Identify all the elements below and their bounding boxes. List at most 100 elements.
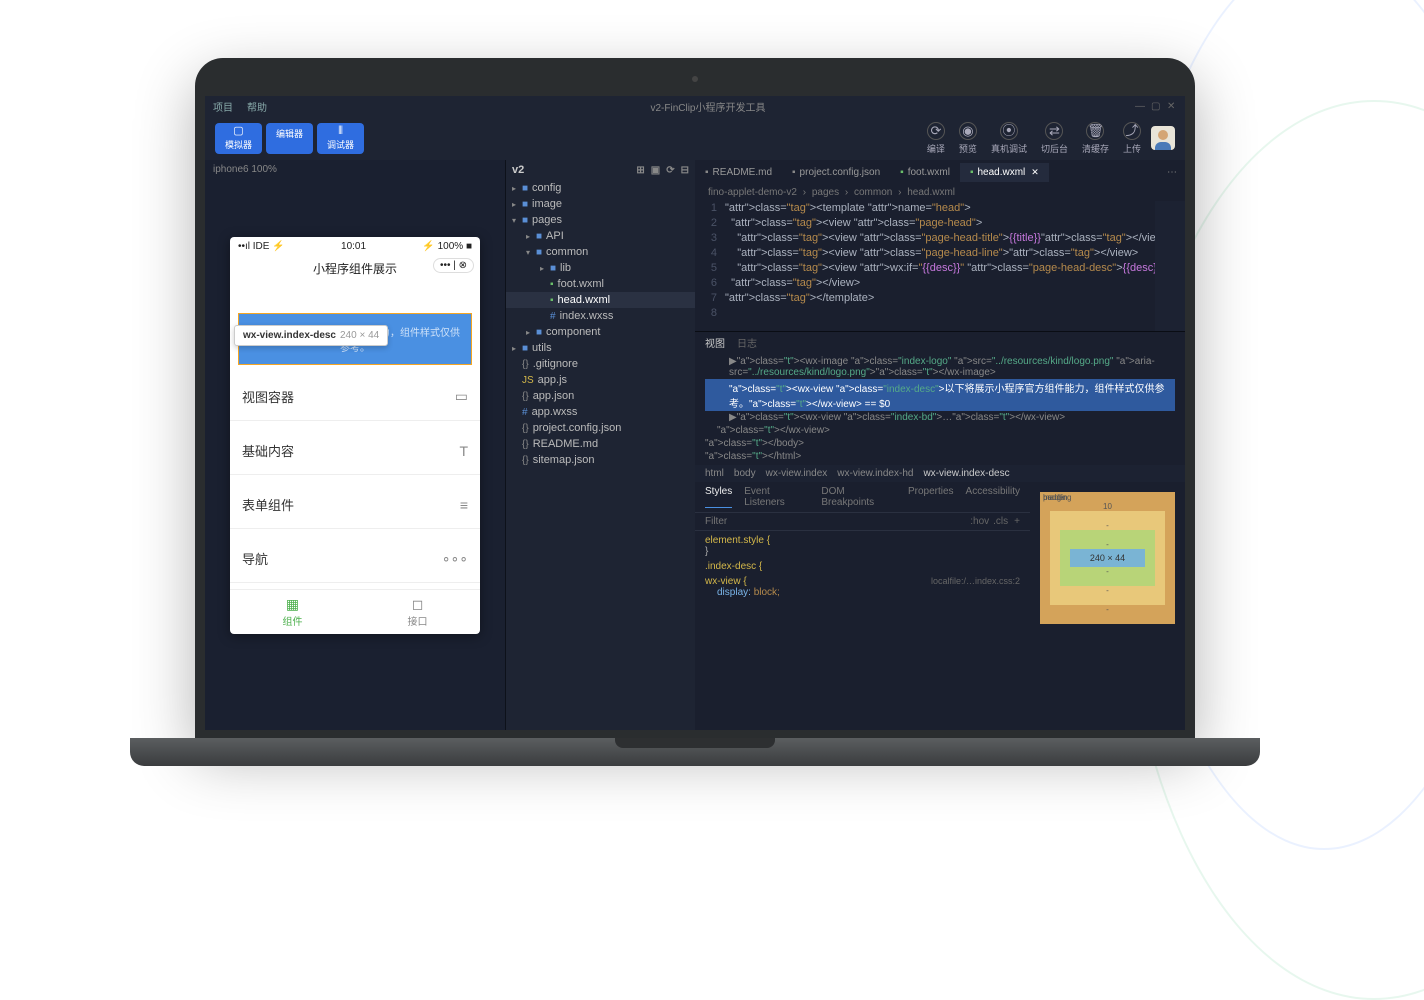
editor-tabs: ▪README.md▪project.config.json▪foot.wxml… xyxy=(695,160,1185,184)
tree-node[interactable]: ▾■common xyxy=(506,244,695,260)
style-tab[interactable]: Styles xyxy=(705,486,732,508)
code-editor[interactable]: 12345678 "attr">class="tag"><template "a… xyxy=(695,201,1185,331)
simulator-device-label: iphone6 100% xyxy=(205,160,505,179)
inspect-tooltip: wx-view.index-desc240 × 44 xyxy=(234,325,388,346)
tree-root-label[interactable]: v2 xyxy=(512,164,524,176)
tree-node[interactable]: ▸■API xyxy=(506,228,695,244)
toolbar-pill-0[interactable]: ▢模拟器 xyxy=(215,123,262,154)
window-maximize[interactable]: ▢ xyxy=(1151,101,1161,111)
dom-crumb-seg[interactable]: wx-view.index-desc xyxy=(923,468,1009,479)
tree-node[interactable]: {}.gitignore xyxy=(506,356,695,372)
breadcrumb-seg[interactable]: pages xyxy=(812,187,839,198)
sim-app-title: 小程序组件展示 ••• | ⊗ xyxy=(230,256,480,281)
file-icon: ▪ xyxy=(792,167,796,178)
dom-tree[interactable]: ▶"a">class="t"><wx-image "a">class="inde… xyxy=(695,353,1185,465)
tree-node[interactable]: ▸■component xyxy=(506,324,695,340)
breadcrumb-seg[interactable]: head.wxml xyxy=(907,187,955,198)
sim-status-time: 10:01 xyxy=(341,241,366,252)
dom-crumb-seg[interactable]: html xyxy=(705,468,724,479)
toolbar-pill-2[interactable]: ⫴调试器 xyxy=(317,123,364,154)
toolbar-btn-5[interactable]: ⤴上传 xyxy=(1123,122,1141,155)
simulator-device: ••ıl IDE ⚡ 10:01 ⚡ 100% ■ 小程序组件展示 ••• | … xyxy=(230,237,480,634)
sim-status-left: ••ıl IDE ⚡ xyxy=(238,241,285,252)
laptop-camera xyxy=(692,76,698,82)
devtab-view[interactable]: 视图 xyxy=(705,335,725,350)
file-icon: ▪ xyxy=(900,167,904,178)
dom-crumb-seg[interactable]: wx-view.index-hd xyxy=(837,468,913,479)
dom-crumb-seg[interactable]: wx-view.index xyxy=(766,468,828,479)
sim-status-right: ⚡ 100% ■ xyxy=(422,241,472,252)
sim-list-item[interactable]: 导航∘∘∘ xyxy=(230,535,480,583)
tree-node[interactable]: ▸■utils xyxy=(506,340,695,356)
sim-list-item[interactable]: 视图容器▭ xyxy=(230,373,480,421)
toolbar-pill-1[interactable]: 编辑器 xyxy=(266,123,313,154)
minimap[interactable] xyxy=(1155,201,1185,331)
editor-breadcrumb: fino-applet-demo-v2 › pages › common › h… xyxy=(695,184,1185,201)
devtab-log[interactable]: 日志 xyxy=(737,335,757,350)
tree-node[interactable]: ▪foot.wxml xyxy=(506,276,695,292)
styles-pane[interactable]: element.style {}.index-desc {</span></di… xyxy=(695,531,1030,730)
dom-breadcrumb[interactable]: html body wx-view.index wx-view.index-hd wx-… xyxy=(695,465,1185,482)
file-icon: ▪ xyxy=(705,167,709,178)
menu-project[interactable]: 项目 xyxy=(213,99,233,114)
window-title: v2-FinClip小程序开发工具 xyxy=(281,99,1135,114)
new-file-icon[interactable]: ⊞ xyxy=(636,165,644,176)
cls-toggle[interactable]: .cls xyxy=(993,516,1008,527)
close-icon[interactable]: ✕ xyxy=(1031,167,1039,178)
sim-tab-1[interactable]: ◻接口 xyxy=(355,590,480,634)
new-folder-icon[interactable]: ▣ xyxy=(651,165,660,176)
sim-list-item[interactable]: 基础内容T xyxy=(230,427,480,475)
tree-node[interactable]: #app.wxss xyxy=(506,404,695,420)
tree-node[interactable]: JSapp.js xyxy=(506,372,695,388)
tree-node[interactable]: ▾■pages xyxy=(506,212,695,228)
menubar: 项目 帮助 v2-FinClip小程序开发工具 — ▢ ✕ xyxy=(205,96,1185,116)
style-tab[interactable]: DOM Breakpoints xyxy=(821,486,896,508)
tree-node[interactable]: {}app.json xyxy=(506,388,695,404)
toolbar-btn-1[interactable]: ◉预览 xyxy=(959,122,977,155)
tree-node[interactable]: {}README.md xyxy=(506,436,695,452)
toolbar-btn-2[interactable]: ⦿真机调试 xyxy=(991,122,1027,155)
file-icon: ▪ xyxy=(970,167,974,178)
window-minimize[interactable]: — xyxy=(1135,101,1145,111)
devtools: 视图 日志 ▶"a">class="t"><wx-image "a">class… xyxy=(695,331,1185,730)
styles-filter-input[interactable] xyxy=(705,516,970,527)
style-tab[interactable]: Properties xyxy=(908,486,954,508)
editor-panel: ▪README.md▪project.config.json▪foot.wxml… xyxy=(695,160,1185,730)
style-tab[interactable]: Event Listeners xyxy=(744,486,809,508)
editor-more-icon[interactable]: ⋯ xyxy=(1159,167,1185,178)
toolbar: ▢模拟器编辑器⫴调试器 ⟳编译 ◉预览 ⦿真机调试 ⇄切后台 🗑清缓存 ⤴上传 xyxy=(205,116,1185,160)
sim-capsule[interactable]: ••• | ⊗ xyxy=(433,258,474,273)
toolbar-btn-0[interactable]: ⟳编译 xyxy=(927,122,945,155)
hov-toggle[interactable]: :hov xyxy=(970,516,989,527)
tree-node[interactable]: ▸■config xyxy=(506,180,695,196)
breadcrumb-seg[interactable]: common xyxy=(854,187,892,198)
app-window: 项目 帮助 v2-FinClip小程序开发工具 — ▢ ✕ ▢模拟器编辑器⫴调试… xyxy=(205,96,1185,730)
simulator-panel: iphone6 100% ••ıl IDE ⚡ 10:01 ⚡ 100% ■ 小… xyxy=(205,160,505,730)
collapse-icon[interactable]: ⊟ xyxy=(681,165,689,176)
sim-tab-0[interactable]: ▦组件 xyxy=(230,590,355,634)
menu-help[interactable]: 帮助 xyxy=(247,99,267,114)
tree-node[interactable]: ▸■lib xyxy=(506,260,695,276)
toolbar-btn-3[interactable]: ⇄切后台 xyxy=(1041,122,1068,155)
style-tab[interactable]: Accessibility xyxy=(966,486,1020,508)
breadcrumb-seg[interactable]: fino-applet-demo-v2 xyxy=(708,187,797,198)
avatar[interactable] xyxy=(1151,126,1175,150)
tree-node[interactable]: #index.wxss xyxy=(506,308,695,324)
laptop-frame: 项目 帮助 v2-FinClip小程序开发工具 — ▢ ✕ ▢模拟器编辑器⫴调试… xyxy=(165,58,1225,776)
tree-node[interactable]: ▪head.wxml xyxy=(506,292,695,308)
editor-tab[interactable]: ▪foot.wxml xyxy=(890,163,960,182)
tree-node[interactable]: ▸■image xyxy=(506,196,695,212)
box-model: margin 10 border - padding - 240 × 4 xyxy=(1030,482,1185,730)
file-explorer: v2 ⊞ ▣ ⟳ ⊟ ▸■config▸■image▾■pages▸■API▾■… xyxy=(505,160,695,730)
toolbar-btn-4[interactable]: 🗑清缓存 xyxy=(1082,122,1109,155)
editor-tab[interactable]: ▪project.config.json xyxy=(782,163,890,182)
dom-crumb-seg[interactable]: body xyxy=(734,468,756,479)
tree-node[interactable]: {}project.config.json xyxy=(506,420,695,436)
editor-tab[interactable]: ▪head.wxml✕ xyxy=(960,163,1049,182)
refresh-icon[interactable]: ⟳ xyxy=(666,165,674,176)
tree-node[interactable]: {}sitemap.json xyxy=(506,452,695,468)
add-rule-button[interactable]: + xyxy=(1014,516,1020,527)
sim-list-item[interactable]: 表单组件≡ xyxy=(230,481,480,529)
editor-tab[interactable]: ▪README.md xyxy=(695,163,782,182)
window-close[interactable]: ✕ xyxy=(1167,101,1177,111)
